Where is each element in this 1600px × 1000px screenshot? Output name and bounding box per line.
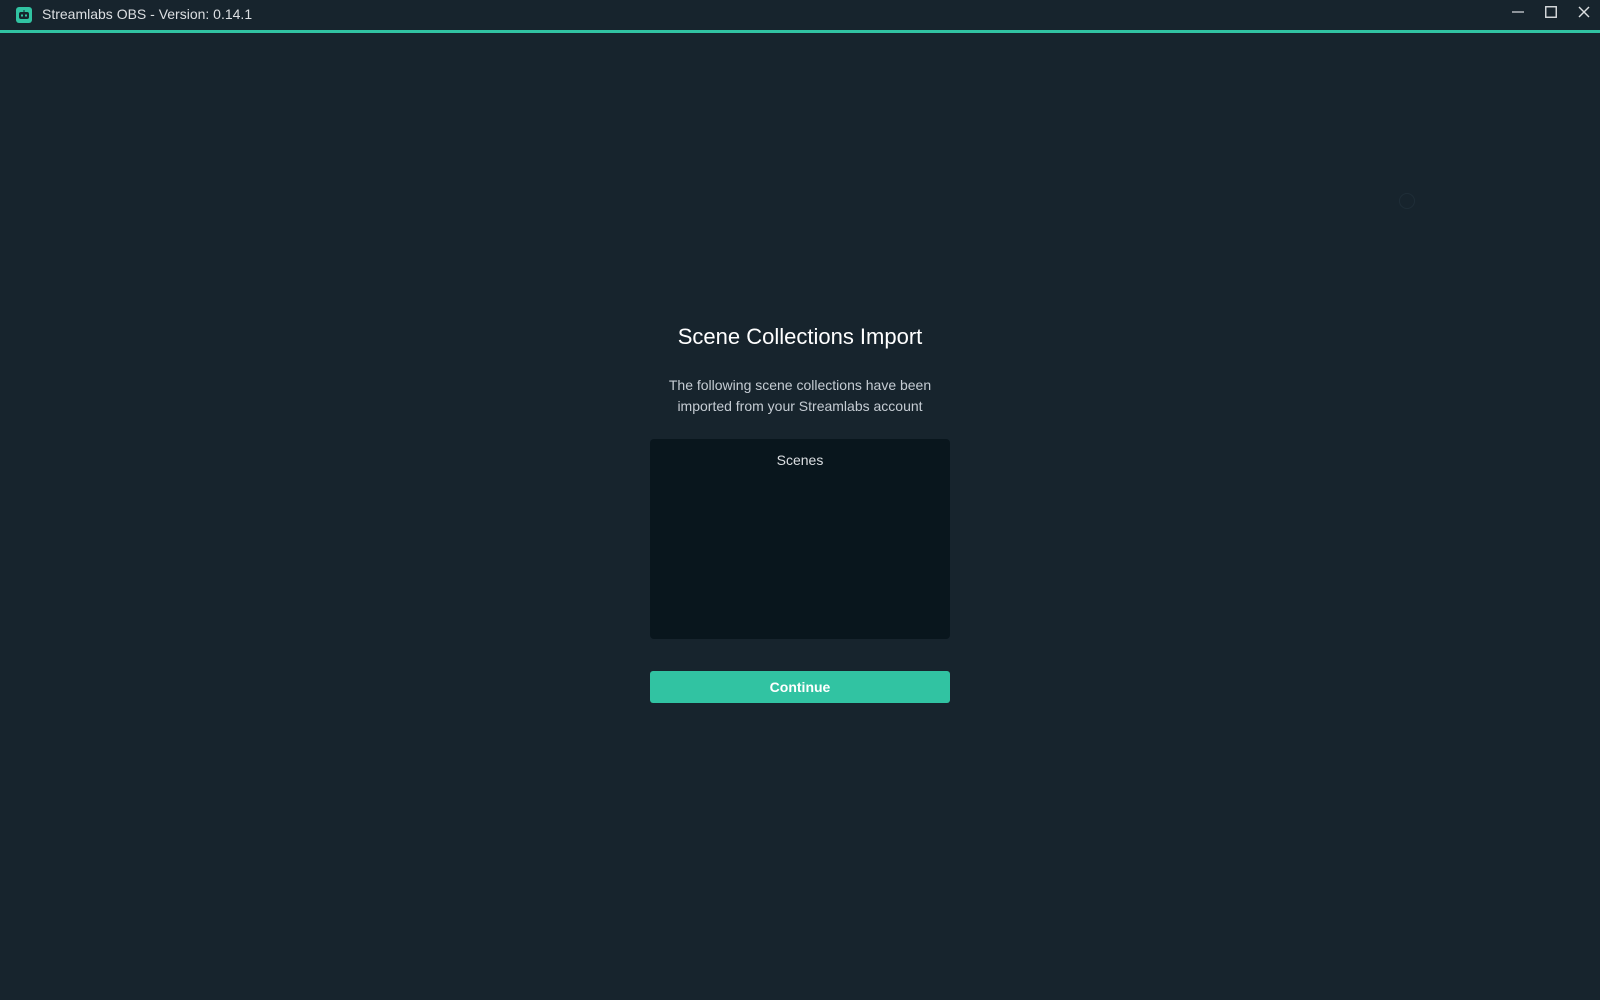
page-title: Scene Collections Import bbox=[677, 324, 923, 349]
scene-collection-list: Scenes bbox=[650, 439, 950, 639]
title-bar[interactable]: Streamlabs OBS - Version: 0.14.1 bbox=[0, 0, 1600, 30]
minimize-button[interactable] bbox=[1501, 0, 1534, 28]
main-content: Scene Collections Import The following s… bbox=[0, 33, 1600, 1000]
window-controls bbox=[1501, 0, 1600, 28]
maximize-icon bbox=[1544, 5, 1557, 23]
description-line: The following scene collections have bee… bbox=[668, 377, 932, 393]
window-title: Streamlabs OBS - Version: 0.14.1 bbox=[42, 6, 253, 22]
maximize-button[interactable] bbox=[1534, 0, 1567, 28]
continue-button[interactable]: Continue bbox=[650, 671, 950, 703]
description-line: imported from your Streamlabs account bbox=[677, 398, 923, 414]
app-window: Streamlabs OBS - Version: 0.14.1 Scene C… bbox=[0, 0, 1600, 1000]
close-button[interactable] bbox=[1567, 0, 1600, 28]
close-icon bbox=[1578, 5, 1590, 23]
streamlabs-robot-icon bbox=[16, 7, 32, 23]
list-item: Scenes bbox=[776, 452, 824, 468]
import-description: The following scene collections have bee… bbox=[650, 375, 950, 417]
import-panel: Scene Collections Import The following s… bbox=[650, 323, 950, 703]
loading-spinner-icon bbox=[1399, 193, 1415, 209]
minimize-icon bbox=[1511, 5, 1524, 23]
